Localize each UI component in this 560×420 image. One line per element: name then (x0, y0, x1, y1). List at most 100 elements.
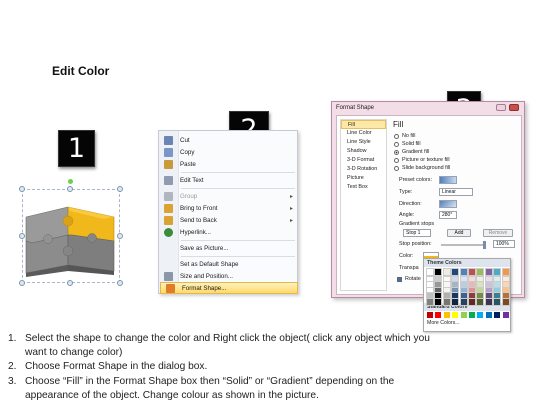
radio-no-fill[interactable]: No fill (394, 133, 415, 139)
submenu-arrow-icon: ▸ (289, 193, 293, 200)
color-swatch[interactable] (460, 312, 467, 318)
rotate-checkbox[interactable]: Rotate (397, 276, 421, 282)
color-swatch[interactable] (459, 268, 468, 276)
angle-field[interactable]: 280° (439, 211, 457, 219)
preset-colors-dropdown[interactable] (439, 176, 457, 184)
type-label: Type: (399, 189, 413, 195)
radio-slide-background-fill[interactable]: Slide background fill (394, 165, 450, 171)
radio-solid-fill[interactable]: Solid fill (394, 141, 421, 147)
submenu-arrow-icon: ▸ (289, 217, 293, 224)
color-swatch[interactable] (468, 268, 476, 276)
nav-item-line-style[interactable]: Line Style (341, 138, 386, 147)
step-badge-1: 1 (58, 130, 95, 167)
nav-item-line-color[interactable]: Line Color (341, 129, 386, 138)
color-swatch[interactable] (484, 268, 493, 276)
menu-item-paste[interactable]: Paste (159, 158, 299, 170)
edit-text-icon (164, 175, 173, 185)
instructions: 1. Select the shape to change the color a… (8, 332, 553, 403)
preset-colors-label: Preset colors: (399, 177, 432, 183)
menu-item-send-to-back[interactable]: Send to Back ▸ (159, 214, 299, 226)
help-button[interactable] (496, 104, 506, 111)
nav-item-3d-rotation[interactable]: 3-D Rotation (341, 165, 386, 174)
page-title: Edit Color (52, 64, 110, 78)
context-menu: Cut Copy Paste Edit Text Group ▸ Bring to… (158, 130, 298, 294)
color-swatch[interactable] (476, 268, 485, 276)
nav-item-3d-format[interactable]: 3-D Format (341, 156, 386, 165)
instruction-2: 2. Choose Format Shape in the dialog box. (8, 361, 208, 373)
slider-thumb[interactable] (483, 241, 486, 249)
menu-item-size-position[interactable]: Size and Position... (159, 270, 299, 282)
remove-stop-button[interactable]: Remove (483, 229, 513, 237)
color-swatch[interactable] (434, 298, 443, 306)
close-button[interactable] (509, 104, 519, 111)
resize-handle[interactable] (117, 280, 123, 286)
color-swatch[interactable] (426, 268, 434, 276)
menu-item-set-default-shape[interactable]: Set as Default Shape (159, 258, 299, 270)
nav-item-shadow[interactable]: Shadow (341, 147, 386, 156)
color-swatch[interactable] (493, 268, 502, 276)
menu-item-edit-text[interactable]: Edit Text (159, 174, 299, 186)
rotate-handle[interactable] (68, 179, 73, 184)
resize-handle[interactable] (19, 280, 25, 286)
color-swatch[interactable] (501, 298, 510, 306)
menu-item-copy[interactable]: Copy (159, 146, 299, 158)
nav-item-fill[interactable]: Fill (341, 120, 386, 129)
menu-item-format-shape[interactable]: Format Shape... (160, 282, 298, 294)
menu-item-bring-to-front[interactable]: Bring to Front ▸ (159, 202, 299, 214)
color-swatch[interactable] (435, 312, 442, 318)
dialog-title: Format Shape (336, 105, 375, 111)
menu-separator (181, 240, 295, 241)
color-swatch[interactable] (494, 312, 501, 318)
theme-color-grid (424, 267, 510, 306)
color-swatch[interactable] (452, 312, 459, 318)
color-swatch[interactable] (477, 312, 484, 318)
color-swatch[interactable] (502, 312, 509, 318)
color-swatch[interactable] (442, 298, 451, 306)
direction-label: Direction: (399, 201, 422, 207)
format-shape-icon (166, 283, 175, 293)
stop-dropdown[interactable]: Stop 1 (403, 229, 431, 237)
gradient-stops-label: Gradient stops (399, 221, 435, 227)
resize-handle[interactable] (67, 280, 73, 286)
menu-item-hyperlink[interactable]: Hyperlink... (159, 226, 299, 238)
stop-position-label: Stop position: (399, 241, 432, 247)
color-swatch[interactable] (426, 298, 434, 306)
add-stop-button[interactable]: Add (447, 229, 471, 237)
color-swatch[interactable] (468, 298, 476, 306)
color-swatch[interactable] (427, 312, 433, 318)
scissors-icon (164, 135, 173, 145)
resize-handle[interactable] (117, 186, 123, 192)
color-swatch[interactable] (443, 312, 450, 318)
pane-title: Fill (393, 120, 404, 129)
nav-item-picture[interactable]: Picture (341, 174, 386, 183)
nav-item-text-box[interactable]: Text Box (341, 183, 386, 192)
stop-position-slider[interactable] (441, 241, 486, 249)
radio-gradient-fill[interactable]: Gradient fill (394, 149, 429, 155)
color-swatch[interactable] (442, 268, 451, 276)
color-swatch[interactable] (501, 268, 510, 276)
color-swatch[interactable] (469, 312, 475, 318)
radio-picture-fill[interactable]: Picture or texture fill (394, 157, 450, 163)
color-swatch[interactable] (459, 298, 468, 306)
color-swatch[interactable] (434, 268, 443, 276)
menu-item-cut[interactable]: Cut (159, 134, 299, 146)
color-swatch[interactable] (451, 268, 460, 276)
menu-separator (181, 188, 295, 189)
resize-handle[interactable] (67, 186, 73, 192)
color-swatch[interactable] (476, 298, 485, 306)
type-dropdown[interactable]: Linear (439, 188, 473, 196)
resize-handle[interactable] (19, 186, 25, 192)
hyperlink-icon (164, 227, 173, 237)
more-colors-link[interactable]: More Colors... (424, 319, 510, 328)
color-swatch[interactable] (484, 298, 493, 306)
color-swatch[interactable] (485, 312, 492, 318)
stop-position-field[interactable]: 100% (493, 240, 515, 248)
color-swatch[interactable] (493, 298, 502, 306)
instruction-1: 1. Select the shape to change the color a… (8, 333, 430, 359)
menu-item-save-as-picture[interactable]: Save as Picture... (159, 242, 299, 254)
transparency-label: Transpa (399, 265, 419, 271)
group-icon (164, 191, 173, 201)
theme-colors-header: Theme Colors (424, 259, 510, 267)
color-swatch[interactable] (451, 298, 460, 306)
direction-dropdown[interactable] (439, 200, 457, 208)
